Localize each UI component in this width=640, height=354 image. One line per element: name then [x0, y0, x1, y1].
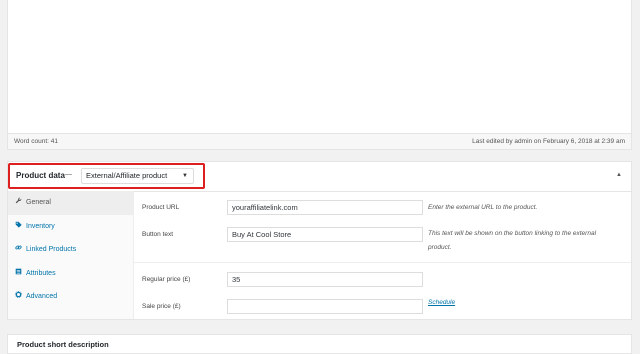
wrench-icon [14, 191, 22, 214]
product-url-input[interactable]: youraffiliatelink.com [227, 200, 423, 215]
sale-price-input[interactable] [227, 299, 423, 314]
tab-label: Advanced [26, 293, 58, 300]
short-description-title: Product short description [17, 340, 109, 349]
content-editor: Word count: 41 Last edited by admin on F… [7, 0, 632, 150]
word-count: Word count: 41 [14, 138, 58, 145]
product-type-value: External/Affiliate product [86, 171, 168, 180]
button-text-input[interactable]: Buy At Cool Store [227, 227, 423, 242]
schedule-link[interactable]: Schedule [428, 299, 455, 306]
tab-advanced[interactable]: Advanced [8, 285, 133, 309]
general-panel: Product URL youraffiliatelink.com Enter … [134, 191, 631, 319]
product-data-metabox: Product data — External/Affiliate produc… [7, 161, 632, 320]
tab-label: General [26, 199, 51, 206]
editor-status-bar: Word count: 41 Last edited by admin on F… [8, 133, 631, 149]
dropdown-arrow-icon: ▼ [182, 173, 188, 179]
link-icon [14, 238, 22, 261]
panel-divider [134, 262, 631, 263]
tab-inventory[interactable]: Inventory [8, 215, 133, 239]
product-url-label: Product URL [142, 204, 180, 211]
product-url-help: Enter the external URL to the product. [428, 204, 538, 211]
tab-linked-products[interactable]: Linked Products [8, 238, 133, 262]
gear-icon [14, 285, 22, 308]
product-data-header: Product data — External/Affiliate produc… [8, 162, 631, 192]
product-data-tabs: General Inventory Linked Products Attrib… [8, 191, 134, 319]
tag-icon [14, 215, 22, 238]
tab-attributes[interactable]: Attributes [8, 262, 133, 286]
button-text-label: Button text [142, 231, 174, 238]
editor-text-area[interactable] [8, 0, 631, 134]
tab-label: Inventory [26, 222, 55, 230]
tab-label: Attributes [26, 269, 56, 277]
short-description-metabox: Product short description [7, 334, 632, 354]
button-text-help: This text will be shown on the button li… [428, 230, 597, 251]
regular-price-input[interactable]: 35 [227, 272, 423, 287]
product-data-title: Product data [16, 171, 65, 180]
last-edited-text: Last edited by admin on February 6, 2018… [472, 138, 625, 145]
product-type-select[interactable]: External/Affiliate product ▼ [81, 168, 194, 184]
tab-general[interactable]: General [8, 191, 133, 215]
tab-label: Linked Products [26, 246, 77, 253]
collapse-arrow-icon[interactable]: ▲ [616, 172, 622, 178]
list-icon [14, 262, 22, 285]
regular-price-label: Regular price (£) [142, 276, 191, 283]
sale-price-label: Sale price (£) [142, 303, 181, 310]
title-separator: — [65, 171, 72, 178]
